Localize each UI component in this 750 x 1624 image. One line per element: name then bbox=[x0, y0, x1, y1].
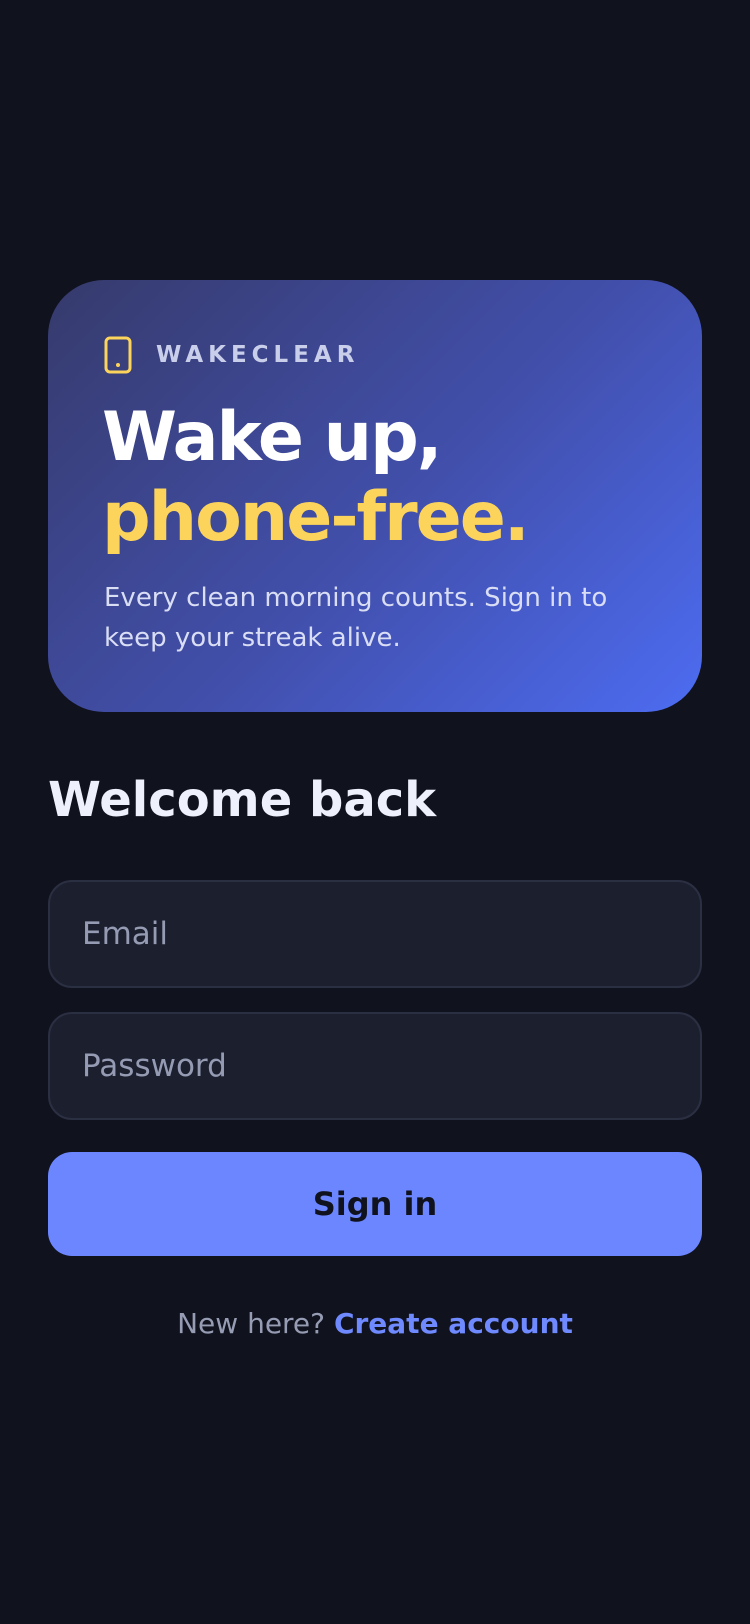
sign-in-button[interactable]: Sign in bbox=[48, 1152, 702, 1256]
create-account-link[interactable]: Create account bbox=[334, 1307, 573, 1340]
headline: Wake up, phone-free. bbox=[102, 398, 530, 558]
email-field[interactable] bbox=[48, 880, 702, 988]
phone-icon bbox=[104, 336, 132, 374]
brand-name: WAKECLEAR bbox=[156, 342, 360, 368]
password-field[interactable] bbox=[48, 1012, 702, 1120]
signup-prompt: New here? Create account bbox=[0, 1304, 750, 1344]
hero-subtitle: Every clean morning counts. Sign in to k… bbox=[104, 583, 608, 653]
brand: WAKECLEAR bbox=[104, 336, 359, 374]
form-title: Welcome back bbox=[48, 772, 437, 828]
headline-line-1: Wake up, bbox=[102, 398, 443, 477]
signup-prompt-text: New here? bbox=[177, 1307, 326, 1340]
headline-line-2: phone-free. bbox=[102, 478, 530, 557]
hero-card: WAKECLEAR Wake up, phone-free. Every cle… bbox=[48, 280, 702, 712]
